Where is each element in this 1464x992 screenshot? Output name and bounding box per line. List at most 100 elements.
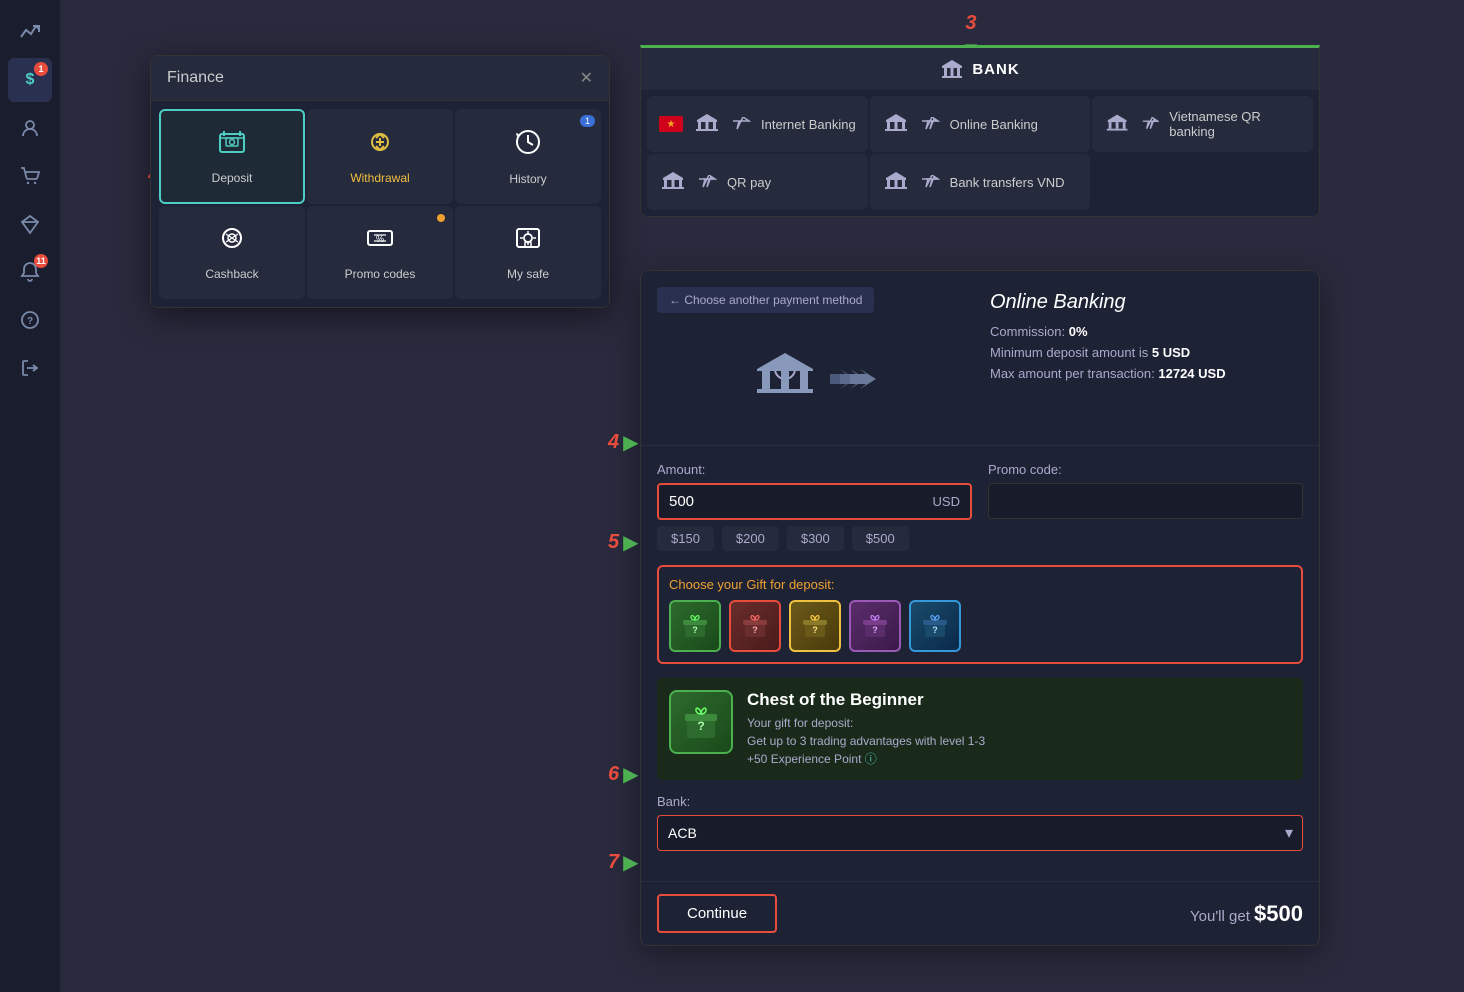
svg-text:?: ? [697,719,704,733]
amount-col: Amount: USD $150 $200 $300 $500 [657,462,972,551]
back-button[interactable]: ← Choose another payment method [657,287,874,313]
sidebar-item-notifications[interactable]: 11 [8,250,52,294]
gift-red[interactable]: ? [729,600,781,652]
youll-get-value: $500 [1254,901,1303,926]
finance-modal: Finance ✕ Deposit [150,55,610,308]
step4-indicator: 4 ▶ [608,430,639,455]
svg-text:?: ? [932,625,938,635]
step6-indicator: 6 ▶ [608,762,639,787]
sidebar-item-profile[interactable] [8,106,52,150]
online-banking-label: Online Banking [950,117,1038,132]
svg-text:?: ? [692,625,698,635]
bank-methods-grid: ★ Internet Banking Online Banking Vietna… [641,90,1319,216]
youll-get: You'll get $500 [1190,901,1303,927]
cashback-label: Cashback [205,267,258,281]
finance-badge: 1 [34,62,48,76]
sidebar-item-diamond[interactable] [8,202,52,246]
mysafe-label: My safe [507,267,549,281]
bank-method-vn-qr[interactable]: Vietnamese QR banking [1092,96,1313,152]
finance-modal-close-button[interactable]: ✕ [580,68,593,88]
history-badge: 1 [580,115,595,127]
quick-300[interactable]: $300 [787,526,844,551]
selected-gift-title: Chest of the Beginner [747,690,1291,710]
svg-text:?: ? [812,625,818,635]
gifts-row: ? ? ? ? ? [669,600,1291,652]
selected-gift: ? Chest of the Beginner Your gift for de… [657,678,1303,780]
ob-top: ← Choose another payment method $ [641,271,1319,446]
internet-banking-label: Internet Banking [761,117,856,132]
ob-left: ← Choose another payment method $ [657,287,970,429]
promo-icon: % [364,224,396,259]
gift-green[interactable]: ? [669,600,721,652]
max-amount-info: Max amount per transaction: 12724 USD [990,366,1303,381]
step7-indicator: 7 ▶ [608,850,639,875]
sidebar-item-logout[interactable] [8,346,52,390]
svg-text:?: ? [27,316,33,327]
quick-amounts: $150 $200 $300 $500 [657,526,972,551]
bank-method-bank-transfer[interactable]: Bank transfers VND [870,154,1091,210]
svg-text:?: ? [752,625,758,635]
gift-gold[interactable]: ? [789,600,841,652]
info-icon[interactable]: ⓘ [865,752,877,766]
bank-method-online[interactable]: Online Banking [870,96,1091,152]
cashback-icon [216,224,248,259]
quick-150[interactable]: $150 [657,526,714,551]
gift-blue[interactable]: ? [909,600,961,652]
commission-value: 0% [1069,324,1088,339]
step5-indicator: 5 ▶ [608,530,639,555]
gifts-section: Choose your Gift for deposit: ? ? ? ? ? [657,565,1303,664]
finance-grid: Deposit Withdrawal 1 [151,101,609,307]
finance-item-cashback[interactable]: Cashback [159,206,305,299]
gift-purple[interactable]: ? [849,600,901,652]
sidebar-item-help[interactable]: ? [8,298,52,342]
selected-gift-desc-line1: Your gift for deposit: [747,714,1291,732]
finance-item-promo[interactable]: % Promo codes [307,206,453,299]
bank-method-internet[interactable]: ★ Internet Banking [647,96,868,152]
finance-item-withdrawal[interactable]: Withdrawal [307,109,453,204]
sidebar-item-finance[interactable]: $ 1 [8,58,52,102]
quick-500[interactable]: $500 [852,526,909,551]
ob-footer: Continue You'll get $500 [641,881,1319,945]
bank-select[interactable]: ACB Vietcombank Techcombank BIDV VPBank [657,815,1303,851]
ob-title: Online Banking [990,291,1303,314]
history-icon [513,127,543,164]
svg-text:?: ? [872,625,878,635]
bank-panel-title: BANK [972,61,1019,78]
commission-info: Commission: 0% [990,324,1303,339]
history-label: History [509,172,546,186]
finance-item-mysafe[interactable]: My safe [455,206,601,299]
min-deposit-value: 5 USD [1152,345,1190,360]
sidebar-item-chart[interactable] [8,10,52,54]
arrows-graphic [828,364,878,394]
bank-transfer-label: Bank transfers VND [950,175,1065,190]
bank-panel-header: BANK [641,48,1319,90]
withdrawal-label: Withdrawal [350,171,409,185]
sidebar-item-cart[interactable] [8,154,52,198]
promo-input[interactable] [988,483,1303,519]
quick-200[interactable]: $200 [722,526,779,551]
ob-body: Amount: USD $150 $200 $300 $500 Promo co… [641,446,1319,881]
vn-flag: ★ [659,116,683,132]
bank-select-section: Bank: ACB Vietcombank Techcombank BIDV V… [657,794,1303,851]
promo-label: Promo codes [345,267,416,281]
finance-item-deposit[interactable]: Deposit [159,109,305,204]
notifications-badge: 11 [34,254,48,268]
withdrawal-icon [364,128,396,163]
amount-input[interactable] [659,485,933,518]
qr-pay-label: QR pay [727,175,771,190]
continue-button[interactable]: Continue [657,894,777,933]
bank-select-wrap: ACB Vietcombank Techcombank BIDV VPBank … [657,815,1303,851]
amount-label: Amount: [657,462,972,477]
sidebar: $ 1 11 ? [0,0,60,992]
amount-input-wrap: USD [657,483,972,520]
amount-currency: USD [933,494,970,509]
mysafe-icon [513,224,543,259]
ob-panel: ← Choose another payment method $ [640,270,1320,946]
selected-gift-desc-line2: Get up to 3 trading advantages with leve… [747,732,1291,750]
deposit-label: Deposit [212,171,253,185]
bank-method-qr-pay[interactable]: QR pay [647,154,868,210]
finance-modal-title: Finance [167,69,224,87]
finance-item-history[interactable]: 1 History [455,109,601,204]
ob-right: Online Banking Commission: 0% Minimum de… [990,287,1303,429]
gifts-label: Choose your Gift for deposit: [669,577,1291,592]
